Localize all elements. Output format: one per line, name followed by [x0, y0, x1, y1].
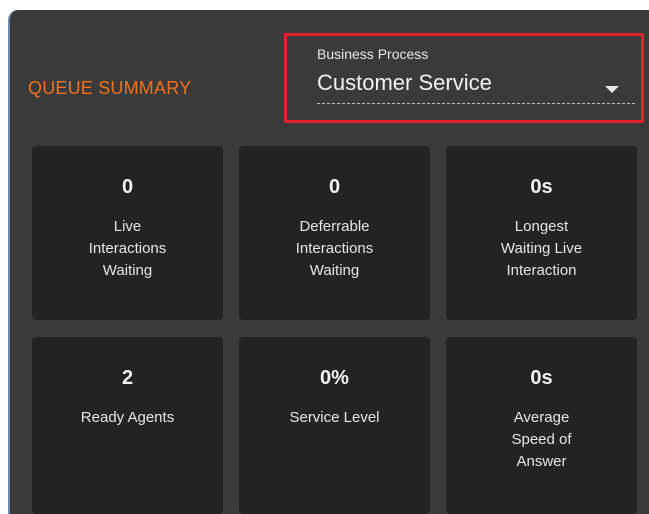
tile-label: Service Level — [289, 409, 380, 426]
tile-label: Deferrable Interactions Waiting — [295, 218, 374, 279]
queue-summary-title: QUEUE SUMMARY — [28, 78, 192, 98]
tile-value: 0s — [530, 367, 553, 389]
tile-live-interactions-waiting: 0 Live Interactions Waiting — [32, 146, 223, 320]
tile-label: Ready Agents — [80, 409, 175, 426]
tile-deferrable-interactions-waiting: 0 Deferrable Interactions Waiting — [239, 146, 430, 320]
tile-average-speed-of-answer: 0s Average Speed of Answer — [446, 337, 637, 514]
tile-value: 0s — [530, 176, 553, 198]
tile-label: Average Speed of Answer — [511, 409, 572, 470]
tile-label: Longest Waiting Live Interaction — [500, 218, 583, 279]
queue-summary-widget: QUEUE SUMMARY Business Process Customer … — [0, 0, 649, 514]
business-process-dropdown[interactable]: Business Process Customer Service — [284, 33, 644, 123]
tile-value: 0 — [328, 176, 341, 198]
chevron-down-icon[interactable] — [605, 86, 619, 93]
tile-label: Live Interactions Waiting — [88, 218, 167, 279]
business-process-label: Business Process — [317, 46, 429, 62]
dropdown-underline — [317, 103, 635, 104]
tile-ready-agents: 2 Ready Agents — [32, 337, 223, 514]
tile-longest-waiting-live-interaction: 0s Longest Waiting Live Interaction — [446, 146, 637, 320]
tile-value: 0 — [121, 176, 134, 198]
tile-value: 0% — [320, 367, 349, 389]
tile-value: 2 — [121, 367, 134, 389]
business-process-selected-value[interactable]: Customer Service — [317, 70, 492, 96]
tile-service-level: 0% Service Level — [239, 337, 430, 514]
